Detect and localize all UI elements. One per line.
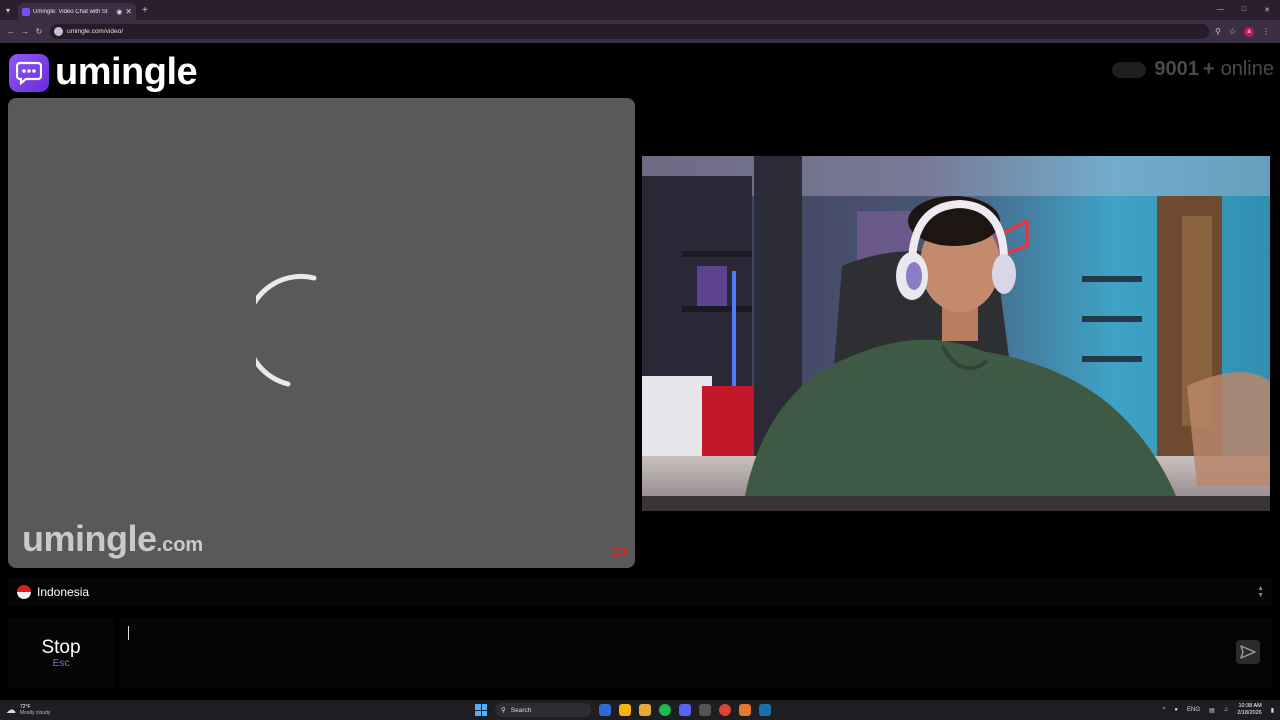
- bookmark-star-icon[interactable]: ☆: [1229, 27, 1236, 36]
- close-window-icon[interactable]: ✕: [1264, 6, 1270, 14]
- reload-icon[interactable]: ↻: [32, 27, 46, 36]
- start-menu-icon[interactable]: [475, 704, 487, 716]
- app-a-icon[interactable]: [739, 704, 751, 716]
- report-flag-icon[interactable]: [613, 546, 629, 560]
- language-indicator[interactable]: ENG: [1187, 707, 1200, 713]
- mic-icon[interactable]: ●: [1174, 707, 1178, 713]
- stop-button[interactable]: Stop Esc: [8, 618, 114, 688]
- online-count: 9001: [1154, 58, 1199, 80]
- browser-tab-bar: ▾ Umingle: Video Chat with St ◉ ✕ + — □ …: [0, 0, 1280, 20]
- window-controls: — □ ✕: [1217, 6, 1280, 14]
- stop-shortcut-hint: Esc: [52, 658, 70, 669]
- theme-toggle[interactable]: [1112, 61, 1147, 78]
- watermark-domain: .com: [156, 534, 204, 556]
- send-arrow-icon: [1240, 645, 1256, 659]
- clock-date: 2/18/2026: [1237, 710, 1262, 716]
- address-bar: ← → ↻ umingle.com/video/ ⚲ ☆ a ⋮: [0, 20, 1280, 43]
- zoom-icon[interactable]: ⚲: [1215, 27, 1221, 36]
- chat-bubble-icon: [9, 53, 49, 92]
- chrome-icon[interactable]: [719, 704, 731, 716]
- discord-icon[interactable]: [679, 704, 691, 716]
- clock-time: 10:38 AM: [1238, 703, 1262, 709]
- clock[interactable]: 10:38 AM 2/18/2026: [1237, 703, 1261, 717]
- weather-desc: Mostly cloudy: [20, 710, 51, 716]
- url-text: umingle.com/video/: [67, 28, 123, 35]
- maximize-icon[interactable]: □: [1242, 6, 1246, 14]
- watermark-main: umingle: [22, 518, 157, 559]
- chat-box: [120, 618, 1272, 688]
- weather-widget[interactable]: ☁ 72°F Mostly cloudy: [0, 704, 50, 716]
- country-name: Indonesia: [37, 585, 90, 599]
- self-webcam-video: [642, 156, 1270, 511]
- tray-overflow-icon[interactable]: ^: [1163, 707, 1166, 713]
- site-info-icon[interactable]: [54, 27, 63, 36]
- online-plus: +: [1202, 58, 1215, 80]
- umingle-favicon-icon: [22, 7, 30, 16]
- minimize-icon[interactable]: —: [1217, 6, 1224, 14]
- umingle-watermark: umingle .com: [22, 518, 203, 560]
- logo-wordmark: umingle: [55, 51, 198, 93]
- taskbar-search-label: Search: [510, 706, 532, 714]
- text-caret: [128, 626, 129, 640]
- online-label: online: [1220, 58, 1274, 80]
- volume-icon[interactable]: ♫: [1224, 707, 1229, 713]
- windows-taskbar: ☁ 72°F Mostly cloudy ⚲ Search ^ ● ENG ▤ …: [0, 700, 1280, 720]
- umingle-page: umingle 9001 + online umingle .com Indon…: [0, 43, 1280, 700]
- url-field[interactable]: umingle.com/video/: [50, 24, 1209, 39]
- settings-app-icon[interactable]: [699, 704, 711, 716]
- steam-icon[interactable]: [759, 704, 771, 716]
- browser-tab[interactable]: Umingle: Video Chat with St ◉ ✕: [18, 3, 136, 20]
- notification-bell-icon[interactable]: ▮: [1271, 707, 1274, 714]
- stop-label: Stop: [41, 637, 81, 658]
- recording-icon[interactable]: ◉: [116, 8, 122, 16]
- cloud-icon: ☁: [6, 704, 16, 716]
- back-icon[interactable]: ←: [4, 27, 18, 36]
- close-tab-icon[interactable]: ✕: [125, 7, 132, 16]
- system-tray: ^ ● ENG ▤ ♫ 10:38 AM 2/18/2026 ▮: [1163, 700, 1274, 720]
- tab-search-icon[interactable]: ▾: [0, 0, 16, 20]
- site-logo[interactable]: umingle: [9, 51, 198, 94]
- forward-icon[interactable]: →: [18, 27, 32, 36]
- copilot-app-icon[interactable]: [619, 704, 631, 716]
- network-icon[interactable]: ▤: [1209, 707, 1215, 714]
- file-explorer-icon[interactable]: [639, 704, 651, 716]
- select-arrows-icon: ▲ ▼: [1257, 585, 1264, 599]
- taskbar-search[interactable]: ⚲ Search: [495, 703, 591, 717]
- spotify-icon[interactable]: [659, 704, 671, 716]
- tab-title: Umingle: Video Chat with St: [33, 8, 108, 15]
- send-button[interactable]: [1236, 640, 1260, 664]
- online-indicator: 9001 + online: [1112, 58, 1274, 81]
- indonesia-flag-icon: [17, 585, 31, 599]
- new-tab-icon[interactable]: +: [142, 5, 148, 16]
- country-selector[interactable]: Indonesia ▲ ▼: [8, 578, 1272, 606]
- profile-avatar[interactable]: a: [1244, 26, 1254, 37]
- chat-input[interactable]: [126, 624, 1226, 652]
- stranger-video-panel: umingle .com: [8, 98, 635, 568]
- loading-spinner-icon: [256, 273, 317, 387]
- browser-menu-icon[interactable]: ⋮: [1262, 27, 1270, 36]
- search-icon: ⚲: [501, 707, 506, 714]
- webcam-feed-image: [642, 156, 1270, 511]
- edge-app-icon[interactable]: [599, 704, 611, 716]
